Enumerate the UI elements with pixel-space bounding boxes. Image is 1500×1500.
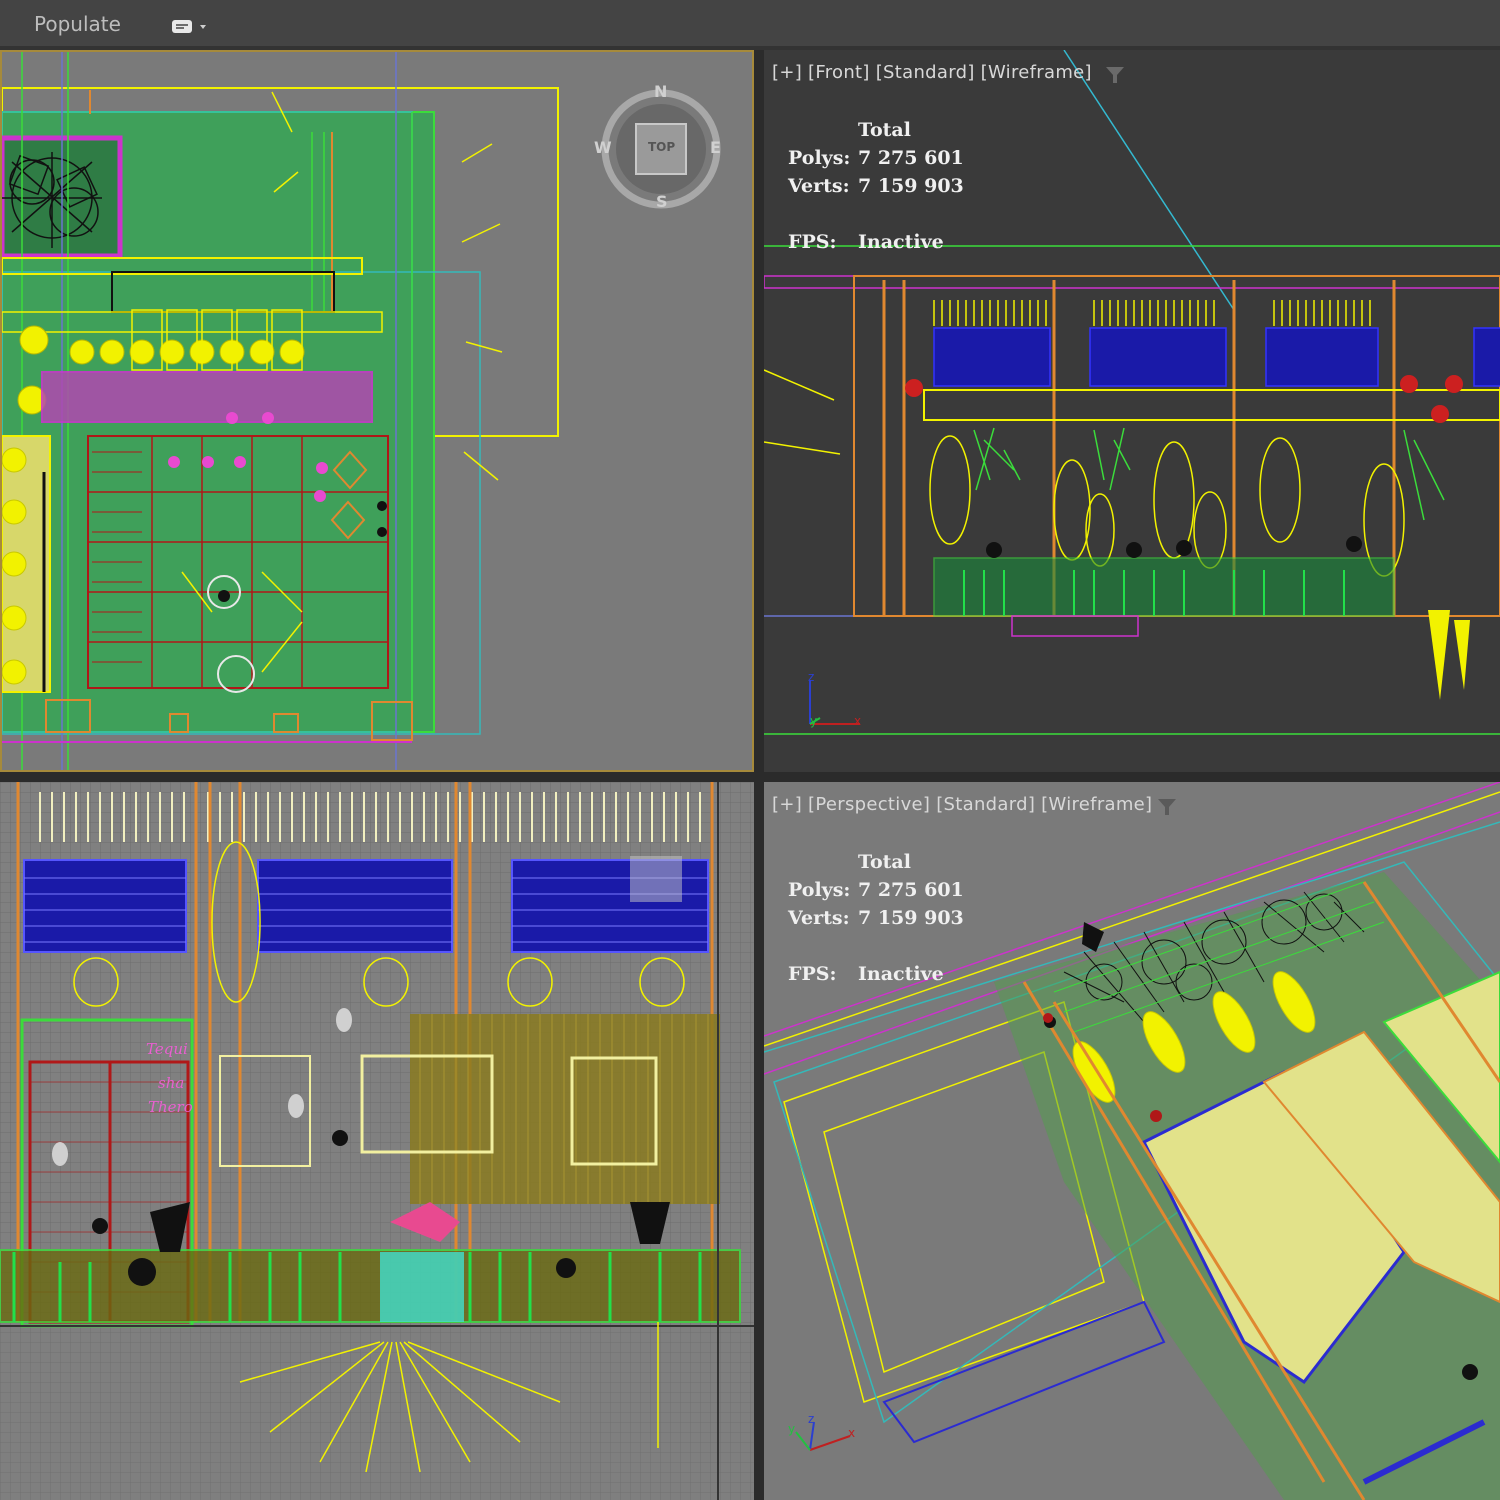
viewport-plus-menu[interactable]: [+]: [772, 62, 802, 83]
chevron-down-icon: [200, 25, 206, 29]
stats-total-header: Total: [858, 851, 911, 873]
viewport-shading-menu[interactable]: [Standard]: [936, 794, 1035, 815]
signage-line-1: Tequi: [146, 1040, 188, 1058]
compass-east-label: E: [710, 138, 721, 157]
viewport-label-front[interactable]: [+] [Front] [Standard] [Wireframe]: [772, 62, 1098, 83]
axis-tripod: [809, 680, 860, 725]
viewport-pov-menu[interactable]: [Front]: [808, 62, 870, 83]
axis-z-label: z: [808, 1412, 815, 1426]
viewport-plus-menu[interactable]: [+]: [772, 794, 802, 815]
viewcube-top-label: TOP: [648, 140, 676, 154]
stats-fps-value: Inactive: [858, 963, 944, 985]
viewport-pov-menu[interactable]: [Perspective]: [808, 794, 930, 815]
stats-fps-key: FPS:: [788, 231, 837, 253]
stats-polys-key: Polys:: [788, 147, 851, 169]
stats-verts-key: Verts:: [788, 175, 850, 197]
axis-x-label: x: [854, 714, 862, 728]
populate-tab[interactable]: Populate: [34, 12, 121, 36]
stats-total-header: Total: [858, 119, 911, 141]
stats-verts-key: Verts:: [788, 907, 850, 929]
axis-z-label: z: [808, 670, 815, 684]
stats-fps-key: FPS:: [788, 963, 837, 985]
axis-y-label: y: [810, 714, 818, 728]
filter-icon[interactable]: [1104, 64, 1126, 86]
viewport-top[interactable]: N S E W TOP: [0, 50, 754, 772]
viewport-label-perspective[interactable]: [+] [Perspective] [Standard] [Wireframe]: [772, 794, 1158, 815]
signage-line-3: Thero: [148, 1098, 193, 1116]
left-view-wireframe: [0, 782, 754, 1500]
stats-panel-perspective: Total Polys: 7 275 601 Verts: 7 159 903 FP…: [788, 848, 964, 988]
viewport-perspective[interactable]: [+] [Perspective] [Standard] [Wireframe] To…: [764, 782, 1500, 1500]
viewcube-compass[interactable]: N S E W TOP: [594, 82, 722, 211]
stats-polys-value: 7 275 601: [858, 147, 964, 169]
compass-north-label: N: [654, 82, 668, 101]
stats-fps-value: Inactive: [858, 231, 944, 253]
populate-dropdown[interactable]: [170, 14, 214, 40]
viewport-display-menu[interactable]: [Wireframe]: [981, 62, 1092, 83]
viewport-front[interactable]: [+] [Front] [Standard] [Wireframe] Total Po…: [764, 50, 1500, 772]
viewport-shading-menu[interactable]: [Standard]: [876, 62, 975, 83]
viewport-display-menu[interactable]: [Wireframe]: [1041, 794, 1152, 815]
axis-tripod-perspective: [795, 1421, 851, 1451]
axis-y-label: y: [788, 1422, 796, 1436]
axis-x-label: x: [848, 1426, 856, 1440]
compass-south-label: S: [656, 192, 668, 211]
toolbar: Populate: [0, 0, 1500, 50]
stats-verts-value: 7 159 903: [858, 175, 964, 197]
stats-panel-front: Total Polys: 7 275 601 Verts: 7 159 903 FP…: [788, 116, 964, 256]
stats-polys-key: Polys:: [788, 879, 851, 901]
speech-bubble-icon: [172, 20, 206, 33]
stats-verts-value: 7 159 903: [858, 907, 964, 929]
stats-polys-value: 7 275 601: [858, 879, 964, 901]
signage-text: Tequi sha Thero: [146, 1032, 193, 1124]
viewport-left[interactable]: Tequi sha Thero: [0, 782, 754, 1500]
compass-west-label: W: [594, 138, 612, 157]
filter-icon[interactable]: [1156, 796, 1178, 818]
